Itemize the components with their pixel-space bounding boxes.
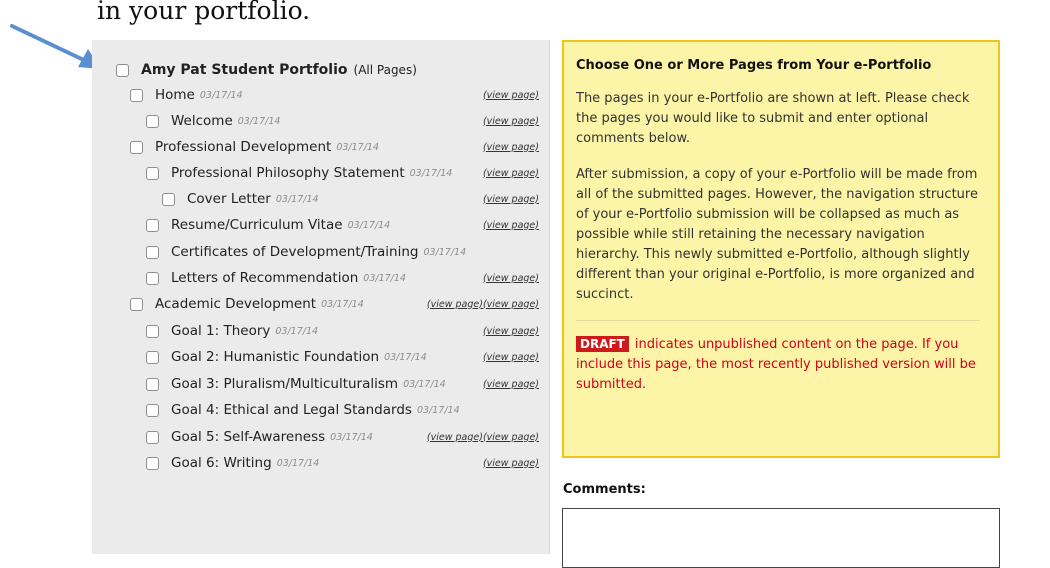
comments-field[interactable] [562,508,1000,568]
view-page-link[interactable]: (view page) [483,220,539,231]
page-title: Welcome [171,113,233,129]
checkbox[interactable] [146,166,159,180]
instructions-box: Choose One or More Pages from Your e-Por… [562,40,1000,458]
tree-row-goal-2[interactable]: Goal 2: Humanistic Foundation 03/17/14 (… [92,345,539,369]
root-checkbox[interactable] [116,63,129,77]
tree-row-resume[interactable]: Resume/Curriculum Vitae 03/17/14 (view p… [92,213,539,237]
divider [576,320,980,321]
tree-row-cover-letter[interactable]: Cover Letter 03/17/14 (view page) [92,187,539,211]
instructions-paragraph-2: After submission, a copy of your e-Portf… [576,167,978,302]
page-date: 03/17/14 [363,272,406,284]
draft-note: DRAFT indicates unpublished content on th… [576,335,980,395]
view-page-link[interactable]: (view page) [483,326,539,337]
page-title: Professional Philosophy Statement [171,165,405,181]
checkbox[interactable] [162,192,175,206]
tree-row-goal-5[interactable]: Goal 5: Self-Awareness 03/17/14 (view pa… [92,425,539,449]
checkbox[interactable] [146,218,159,232]
checkbox[interactable] [146,324,159,338]
page-date: 03/17/14 [321,298,364,310]
checkbox[interactable] [146,271,159,285]
view-page-link[interactable]: (view page) [483,379,539,390]
arrow-annotation-icon [10,24,101,69]
page-date: 03/17/14 [276,457,320,469]
page-date: 03/17/14 [416,404,460,416]
page-date: 03/17/14 [199,89,243,101]
page-title: Academic Development [155,296,317,312]
page-title: Goal 3: Pluralism/Multiculturalism [171,376,399,392]
tree-row-welcome[interactable]: Welcome 03/17/14 (view page) [92,109,539,133]
checkbox[interactable] [146,377,159,391]
page-title: Goal 1: Theory [171,323,271,339]
tree-row-professional-development[interactable]: Professional Development 03/17/14 (view … [92,135,539,159]
page-date: 03/17/14 [403,378,446,390]
view-page-link[interactable]: (view page) [483,168,539,179]
page-tree-panel: Amy Pat Student Portfolio (All Pages) Ho… [92,40,550,554]
page-date: 03/17/14 [330,431,373,443]
page-title: Resume/Curriculum Vitae [171,217,343,233]
tree-row-home[interactable]: Home 03/17/14 (view page) [92,83,539,107]
view-page-link[interactable]: (view page) [483,194,539,205]
view-page-link[interactable]: (view page)(view page) [427,299,539,310]
tree-row-goal-3[interactable]: Goal 3: Pluralism/Multiculturalism 03/17… [92,372,539,396]
tree-row-letters-of-recommendation[interactable]: Letters of Recommendation 03/17/14 (view… [92,266,539,290]
root-title: Amy Pat Student Portfolio [141,62,348,78]
checkbox[interactable] [146,430,159,444]
checkbox[interactable] [146,245,159,259]
page-title: Professional Development [155,139,332,155]
page-date: 03/17/14 [409,167,453,179]
instructions-paragraph-1: The pages in your e-Portfolio are shown … [576,91,970,146]
view-page-link[interactable]: (view page) [483,352,539,363]
page-title: Goal 2: Humanistic Foundation [171,349,380,365]
page-title: Home [155,87,195,103]
checkbox[interactable] [130,140,143,154]
draft-badge: DRAFT [576,336,629,352]
checkbox[interactable] [146,350,159,364]
root-suffix: (All Pages) [353,63,417,77]
tree-row-philosophy-statement[interactable]: Professional Philosophy Statement 03/17/… [92,161,539,185]
tree-row-goal-1[interactable]: Goal 1: Theory 03/17/14 (view page) [92,319,539,343]
draft-note-text: indicates unpublished content on the pag… [576,337,976,392]
tree-row-certificates[interactable]: Certificates of Development/Training 03/… [92,240,539,264]
page-date: 03/17/14 [275,193,319,205]
checkbox[interactable] [130,297,143,311]
checkbox[interactable] [146,403,159,417]
page-date: 03/17/14 [384,351,427,363]
view-page-link[interactable]: (view page) [483,142,539,153]
comments-label: Comments: [563,482,646,497]
page-date: 03/17/14 [423,246,467,258]
page-title: Goal 6: Writing [171,455,272,471]
view-page-link[interactable]: (view page)(view page) [427,432,539,443]
checkbox[interactable] [146,114,159,128]
page-date: 03/17/14 [336,141,379,153]
page-date: 03/17/14 [275,325,319,337]
page-date: 03/17/14 [347,219,391,231]
view-page-link[interactable]: (view page) [483,90,539,101]
page-date: 03/17/14 [237,115,281,127]
tree-row-goal-4[interactable]: Goal 4: Ethical and Legal Standards 03/1… [92,398,539,422]
heading-text: in your portfolio. [97,0,311,25]
view-page-link[interactable]: (view page) [483,273,539,284]
page-title: Cover Letter [187,191,271,207]
page-title: Goal 5: Self-Awareness [171,429,326,445]
page-title: Certificates of Development/Training [171,244,419,260]
tree-root-row[interactable]: Amy Pat Student Portfolio (All Pages) [92,58,539,82]
checkbox[interactable] [146,456,159,470]
view-page-link[interactable]: (view page) [483,116,539,127]
checkbox[interactable] [130,88,143,102]
tree-row-academic-development[interactable]: Academic Development 03/17/14 (view page… [92,292,539,316]
page-title: Goal 4: Ethical and Legal Standards [171,402,412,418]
tree-row-goal-6[interactable]: Goal 6: Writing 03/17/14 (view page) [92,451,539,475]
view-page-link[interactable]: (view page) [483,458,539,469]
page-title: Letters of Recommendation [171,270,359,286]
instructions-title: Choose One or More Pages from Your e-Por… [576,58,932,73]
